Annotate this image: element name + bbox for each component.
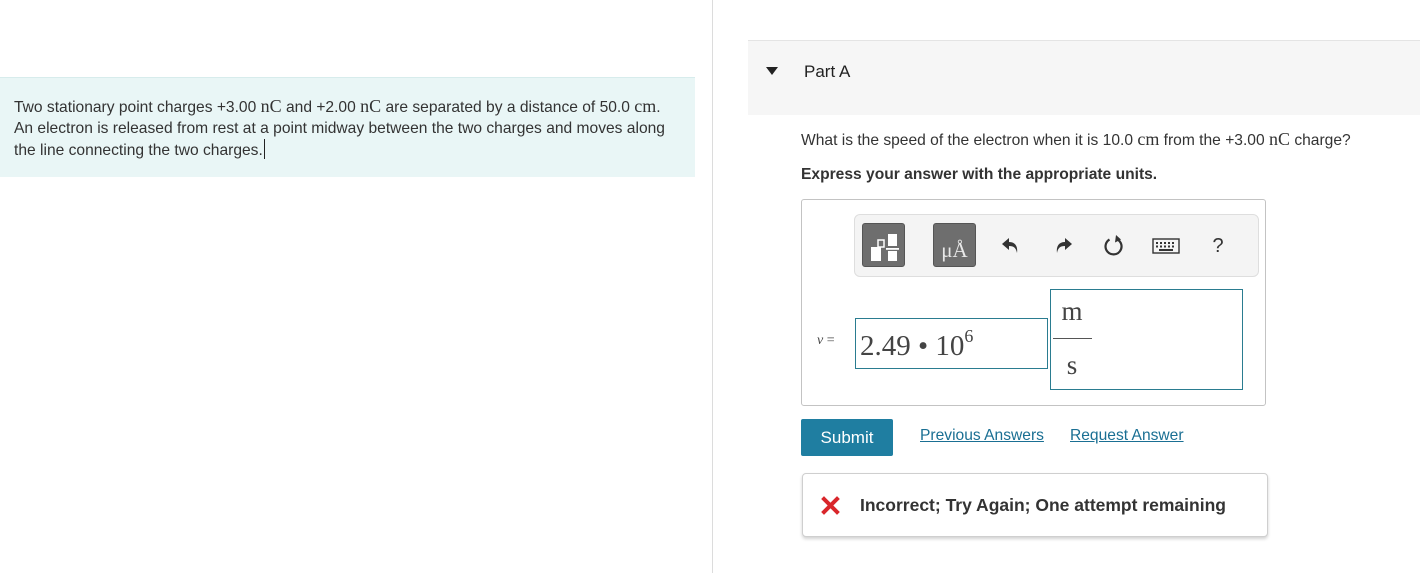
problem-text-2: and +2.00 <box>281 99 361 116</box>
reset-button[interactable] <box>1100 232 1128 260</box>
answer-units-input[interactable]: m s <box>1050 289 1243 390</box>
unit-numerator: m <box>1061 296 1083 326</box>
submit-button[interactable]: Submit <box>801 419 893 456</box>
units-icon: μÅ <box>941 238 968 262</box>
math-toolbar: μÅ ? <box>854 214 1259 277</box>
feedback-text: Incorrect; Try Again; One attempt remain… <box>860 495 1226 515</box>
problem-text-1: Two stationary point charges +3.00 <box>14 99 261 116</box>
previous-answers-link[interactable]: Previous Answers <box>920 427 1044 445</box>
keyboard-icon <box>1152 238 1180 254</box>
problem-unit-cm: cm <box>634 96 657 116</box>
question-unit-nc: nC <box>1268 129 1290 149</box>
question-text-3: charge? <box>1290 132 1351 149</box>
keyboard-button[interactable] <box>1152 232 1180 260</box>
help-button[interactable]: ? <box>1204 232 1232 260</box>
unit-fraction-bar <box>1053 338 1092 339</box>
incorrect-x-icon <box>821 496 840 515</box>
problem-statement: Two stationary point charges +3.00 nC an… <box>0 77 695 177</box>
answer-panel: μÅ ? v = 2.49 • 106 m s <box>801 199 1266 406</box>
question-text: What is the speed of the electron when i… <box>801 129 1351 150</box>
part-header[interactable]: Part A <box>748 40 1420 115</box>
problem-text-3: are separated by a distance of 50.0 <box>381 99 635 116</box>
redo-button[interactable] <box>1049 232 1077 260</box>
answer-variable-label: v = <box>817 333 835 349</box>
part-title: Part A <box>804 62 851 81</box>
question-text-2: from the +3.00 <box>1159 132 1269 149</box>
question-text-1: What is the speed of the electron when i… <box>801 132 1138 149</box>
templates-icon <box>871 234 899 261</box>
answer-value-input[interactable]: 2.49 • 106 <box>855 318 1048 369</box>
reset-icon <box>1104 235 1123 256</box>
answer-equals: = <box>823 333 835 348</box>
unit-denominator: s <box>1066 350 1078 380</box>
feedback-message-box: Incorrect; Try Again; One attempt remain… <box>802 473 1268 537</box>
answer-instruction: Express your answer with the appropriate… <box>801 166 1158 183</box>
redo-icon <box>1056 238 1072 253</box>
answer-value-mantissa: 2.49 • 10 <box>860 330 965 362</box>
collapse-toggle-icon[interactable] <box>766 67 778 75</box>
question-unit-cm: cm <box>1137 129 1160 149</box>
problem-unit-nc-2: nC <box>360 96 382 116</box>
units-button[interactable]: μÅ <box>933 223 976 267</box>
undo-button[interactable] <box>997 232 1025 260</box>
column-divider <box>712 0 713 573</box>
request-answer-link[interactable]: Request Answer <box>1070 427 1184 445</box>
undo-icon <box>1002 238 1018 253</box>
problem-unit-nc-1: nC <box>260 96 282 116</box>
templates-button[interactable] <box>862 223 905 267</box>
answer-value-exponent: 6 <box>964 326 974 346</box>
text-caret <box>263 139 266 159</box>
